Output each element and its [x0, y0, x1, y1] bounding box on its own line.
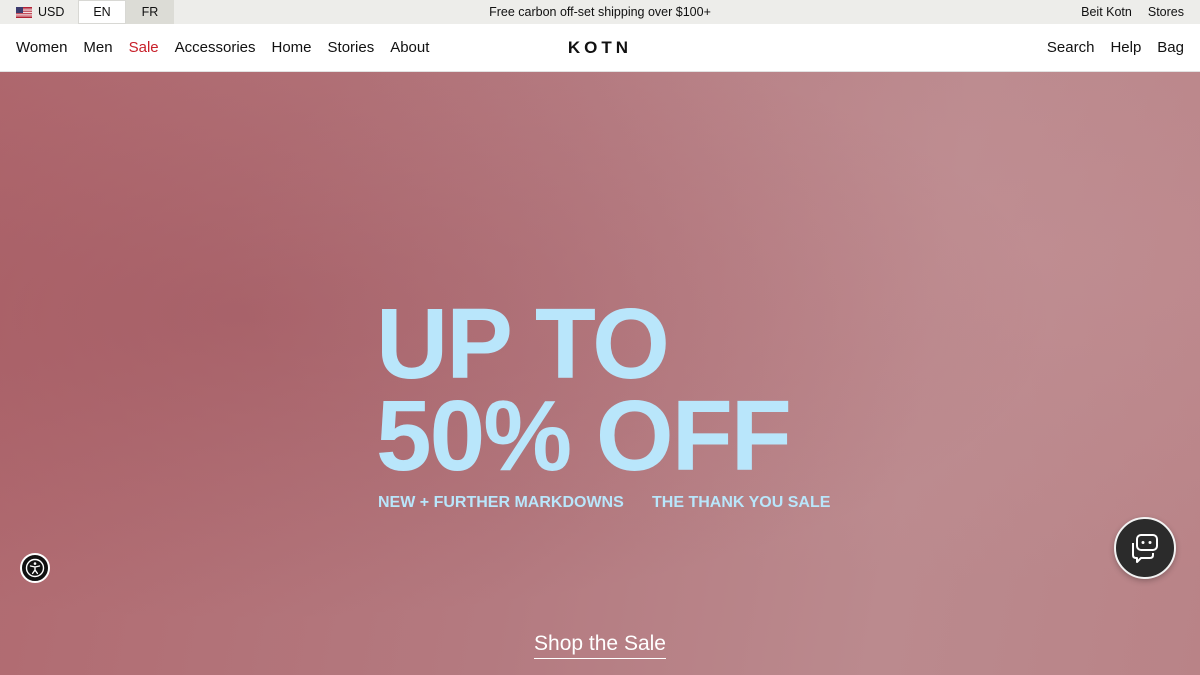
bag-link[interactable]: Bag — [1157, 39, 1184, 56]
shop-the-sale-link[interactable]: Shop the Sale — [534, 632, 666, 659]
us-flag-icon — [16, 6, 32, 18]
nav-item-stories[interactable]: Stories — [328, 39, 375, 56]
currency-label: USD — [38, 5, 65, 19]
search-link[interactable]: Search — [1047, 39, 1095, 56]
nav-item-sale[interactable]: Sale — [129, 39, 159, 56]
language-option-en[interactable]: EN — [78, 0, 126, 24]
hero-subtitle-markdowns: NEW + FURTHER MARKDOWNS — [378, 494, 624, 511]
nav-item-women[interactable]: Women — [16, 39, 67, 56]
language-switcher: EN FR — [78, 0, 174, 24]
help-link[interactable]: Help — [1110, 39, 1141, 56]
chat-button[interactable] — [1114, 517, 1176, 579]
hero-banner[interactable]: UP TO 50% OFF NEW + FURTHER MARKDOWNS TH… — [0, 72, 1200, 675]
stores-link[interactable]: Stores — [1148, 5, 1184, 19]
hero-headline-line-2: 50% OFF — [376, 380, 792, 492]
nav-item-accessories[interactable]: Accessories — [175, 39, 256, 56]
chat-icon — [1132, 534, 1158, 563]
nav-item-home[interactable]: Home — [272, 39, 312, 56]
hero-subtitle-sale-name: THE THANK YOU SALE — [652, 494, 831, 511]
announcement-bar: USD EN FR Free carbon off-set shipping o… — [0, 0, 1200, 24]
nav-item-about[interactable]: About — [390, 39, 429, 56]
accessibility-button[interactable] — [20, 553, 50, 583]
accessibility-icon — [25, 558, 45, 578]
hero-headline-line-1: UP TO — [376, 288, 670, 400]
brand-logo[interactable]: KOTN — [568, 38, 632, 58]
currency-selector[interactable]: USD — [16, 0, 64, 24]
promo-message: Free carbon off-set shipping over $100+ — [489, 5, 711, 19]
main-navigation: Women Men Sale Accessories Home Stories … — [0, 24, 1200, 72]
language-option-fr[interactable]: FR — [126, 0, 174, 24]
beit-kotn-link[interactable]: Beit Kotn — [1081, 5, 1132, 19]
nav-item-men[interactable]: Men — [83, 39, 112, 56]
